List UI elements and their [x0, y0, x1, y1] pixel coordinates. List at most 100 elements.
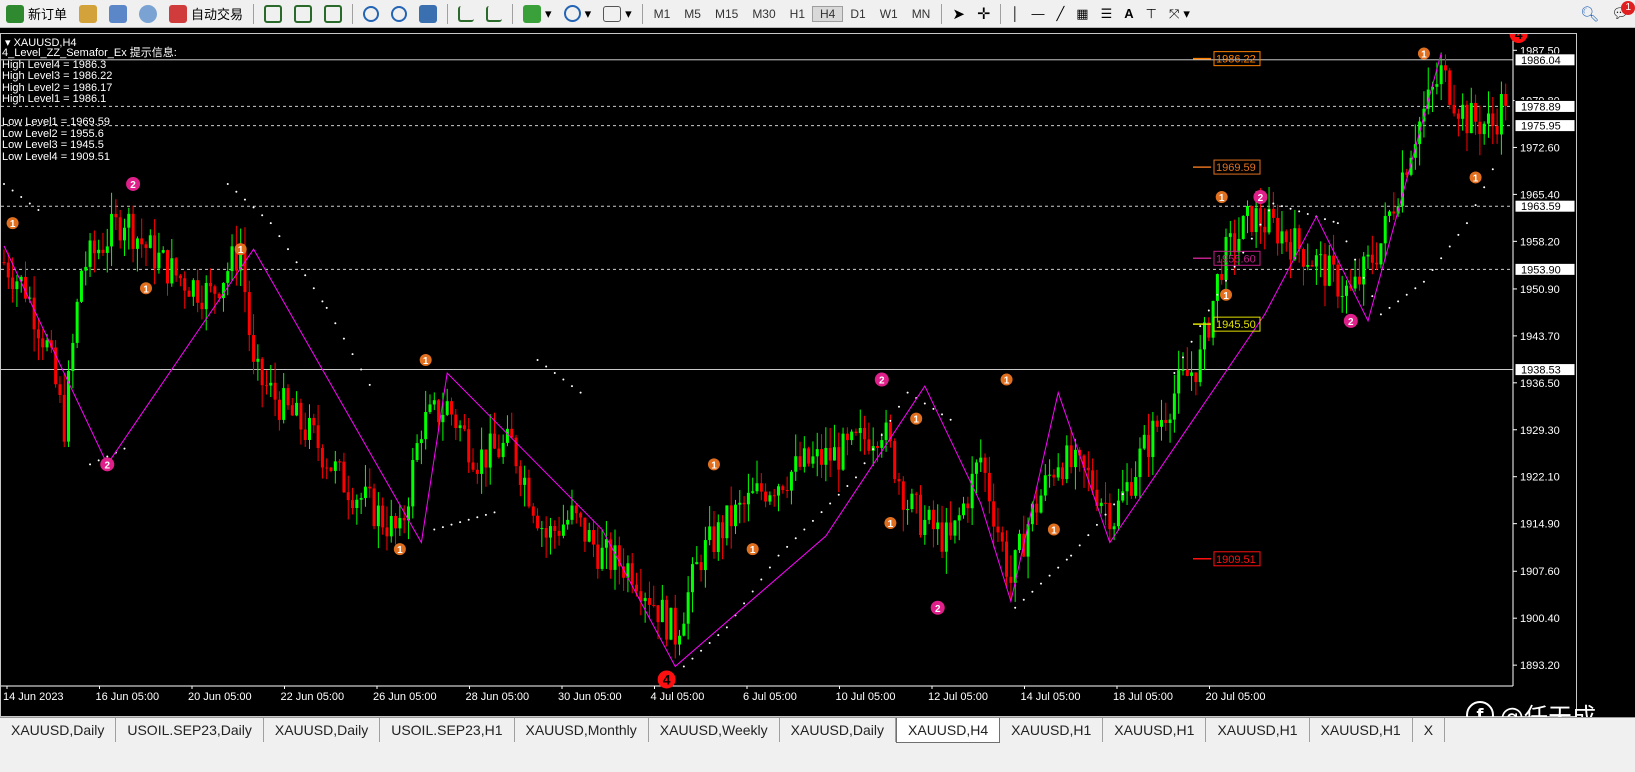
chart-tab[interactable]: XAUUSD,Daily: [780, 718, 897, 742]
market-watch-button[interactable]: [103, 1, 133, 26]
candle-body: [1319, 254, 1323, 256]
timeframe-h4-button[interactable]: H4: [812, 5, 844, 22]
level-label: 1969.59: [1216, 162, 1256, 174]
text-label-button[interactable]: ⊤: [1140, 1, 1163, 26]
timeframe-d1-button[interactable]: D1: [843, 7, 872, 21]
candle-body: [333, 461, 337, 471]
sar-dot: [786, 545, 789, 548]
trendline-icon: ╱: [1056, 5, 1065, 21]
candle-body: [385, 527, 389, 537]
timeframe-mn-button[interactable]: MN: [905, 7, 938, 21]
chart-tab[interactable]: USOIL.SEP23,H1: [380, 718, 515, 742]
sar-dot: [760, 578, 763, 581]
sar-dot: [1048, 574, 1051, 577]
notifications-button[interactable]: 💬︎ 1: [1605, 1, 1635, 26]
candle-body: [1056, 467, 1060, 478]
timeframe-m15-button[interactable]: M15: [708, 7, 745, 21]
chart-tab[interactable]: XAUUSD,Daily: [264, 718, 381, 742]
chart-tab[interactable]: XAUUSD,Daily: [0, 718, 117, 742]
periods-button[interactable]: ▾: [558, 1, 598, 26]
y-axis-tick-label: 1929.30: [1520, 425, 1560, 437]
candle-body: [1474, 102, 1478, 122]
sar-dot: [1095, 523, 1098, 526]
sar-dot: [459, 521, 462, 524]
timeframe-w1-button[interactable]: W1: [873, 7, 905, 21]
new-order-button[interactable]: 新订单: [0, 1, 73, 26]
candle-body: [1499, 94, 1503, 135]
signals-button[interactable]: [133, 1, 163, 26]
candle-body: [1357, 276, 1361, 285]
vertical-line-button[interactable]: │: [1005, 1, 1025, 26]
crosshair-button[interactable]: ✛: [971, 1, 996, 26]
auto-scroll-button[interactable]: [452, 1, 480, 26]
fibonacci-button[interactable]: ☰: [1095, 1, 1119, 26]
zoom-out-button[interactable]: [385, 1, 413, 26]
cursor-button[interactable]: ➤: [946, 1, 971, 26]
chart-tab[interactable]: XAUUSD,Monthly: [515, 718, 649, 742]
indicator-info-line: High Level1 = 1986.1: [2, 93, 107, 105]
candle-body: [1142, 434, 1146, 449]
candle-body: [338, 461, 342, 463]
meta-editor-button[interactable]: [73, 1, 103, 26]
candle-body: [807, 448, 811, 464]
candle-body: [480, 449, 484, 474]
candle-body: [854, 431, 858, 434]
chart-tab[interactable]: XAUUSD,H1: [1310, 718, 1413, 742]
x-axis-tick-label: 16 Jun 05:00: [96, 691, 160, 703]
candle-body: [1323, 254, 1327, 286]
trendline-button[interactable]: ╱: [1050, 1, 1070, 26]
sar-dot: [295, 261, 298, 264]
sar-dot: [562, 378, 565, 381]
sar-dot: [923, 402, 926, 405]
chart-window[interactable]: 1987.501979.801972.601965.401958.201950.…: [0, 33, 1577, 717]
semafor-label: 2: [935, 604, 941, 615]
x-axis-tick-label: 22 Jun 05:00: [281, 691, 345, 703]
semafor-label: 1: [888, 519, 894, 530]
templates-button[interactable]: ▾: [597, 1, 638, 26]
shapes-button[interactable]: ⤧ ▾: [1163, 1, 1196, 26]
tile-windows-button[interactable]: [413, 1, 443, 26]
semafor-label: 2: [130, 180, 136, 191]
chart-tab[interactable]: XAUUSD,H1: [1000, 718, 1104, 742]
candle-body: [772, 495, 776, 497]
candle-body: [342, 461, 346, 493]
semafor-label: 2: [104, 460, 110, 471]
bar-chart-button[interactable]: [258, 1, 288, 26]
timeframe-h1-button[interactable]: H1: [783, 7, 812, 21]
sar-dot: [3, 182, 5, 185]
timeframe-m30-button[interactable]: M30: [745, 7, 782, 21]
timeframe-m1-button[interactable]: M1: [647, 7, 678, 21]
zoom-in-button[interactable]: [357, 1, 385, 26]
candle-chart-button[interactable]: [288, 1, 318, 26]
candle-body: [191, 280, 195, 297]
chart-tab[interactable]: USOIL.SEP23,Daily: [116, 718, 264, 742]
candle-body: [11, 277, 15, 290]
line-chart-button[interactable]: [318, 1, 348, 26]
candle-body: [394, 515, 398, 529]
channel-button[interactable]: ▦: [1070, 1, 1094, 26]
zoom-in-icon: [363, 5, 380, 22]
candle-body: [1172, 393, 1176, 420]
candle-body: [815, 449, 819, 457]
semafor-label: 1: [1223, 291, 1229, 302]
candle-body: [566, 519, 570, 525]
timeframe-m5-button[interactable]: M5: [677, 7, 708, 21]
candle-body: [1504, 94, 1508, 106]
chart-tab[interactable]: XAUUSD,H1: [1206, 718, 1310, 742]
sar-dot: [1440, 257, 1443, 260]
chart-tab[interactable]: XAUUSD,Weekly: [649, 718, 780, 742]
chart-tab[interactable]: X: [1413, 718, 1446, 742]
chart-shift-button[interactable]: [480, 1, 508, 26]
chart-tab[interactable]: XAUUSD,H1: [1103, 718, 1207, 742]
candle-body: [759, 483, 763, 492]
text-button[interactable]: A: [1118, 1, 1139, 26]
level-label: 1986.22: [1216, 54, 1256, 66]
indicators-button[interactable]: ▾: [517, 1, 558, 26]
horizontal-line-button[interactable]: —: [1025, 1, 1050, 26]
candle-body: [432, 400, 436, 405]
search-button[interactable]: 🔍︎: [1574, 1, 1605, 26]
chart-tab[interactable]: XAUUSD,H4: [896, 718, 1001, 743]
auto-trading-button[interactable]: 自动交易: [163, 1, 249, 26]
new-order-icon: [6, 4, 24, 23]
candle-body: [1439, 65, 1443, 85]
